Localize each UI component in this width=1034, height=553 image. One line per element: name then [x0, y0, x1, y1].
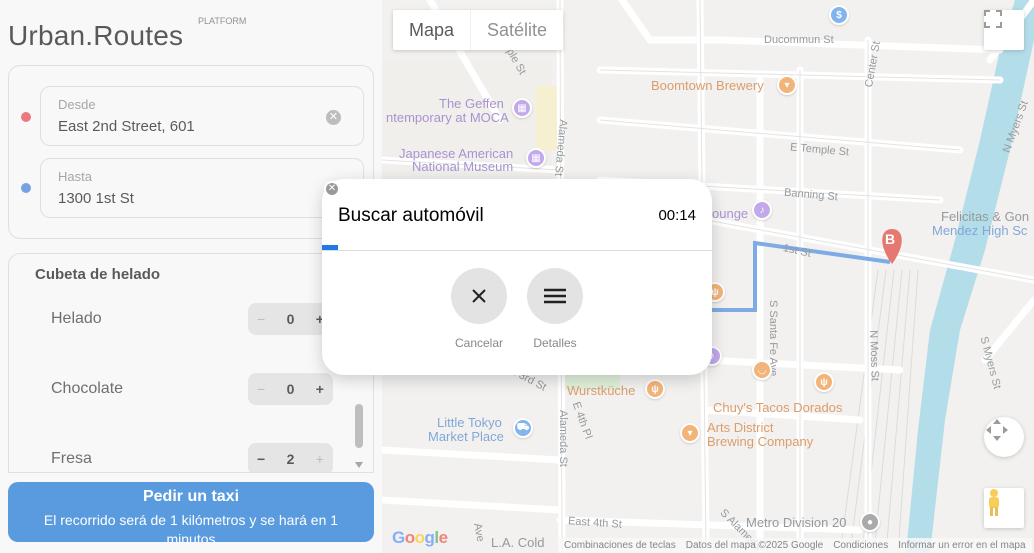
menu-icon: [544, 288, 566, 304]
cancel-button[interactable]: Cancelar: [451, 268, 507, 350]
details-button[interactable]: Detalles: [527, 268, 583, 350]
dialog-close-icon[interactable]: ✕: [324, 181, 340, 197]
dialog-title: Buscar automóvil: [338, 205, 484, 226]
search-car-dialog: Buscar automóvil 00:14 Cancelar Detalles: [322, 179, 712, 375]
cancel-circle[interactable]: [451, 268, 507, 324]
search-progress-bar: [322, 245, 712, 251]
dialog-timer: 00:14: [658, 207, 696, 224]
details-label: Detalles: [533, 336, 577, 350]
details-circle[interactable]: [527, 268, 583, 324]
close-icon: [472, 289, 486, 303]
search-progress-fill: [322, 245, 338, 250]
